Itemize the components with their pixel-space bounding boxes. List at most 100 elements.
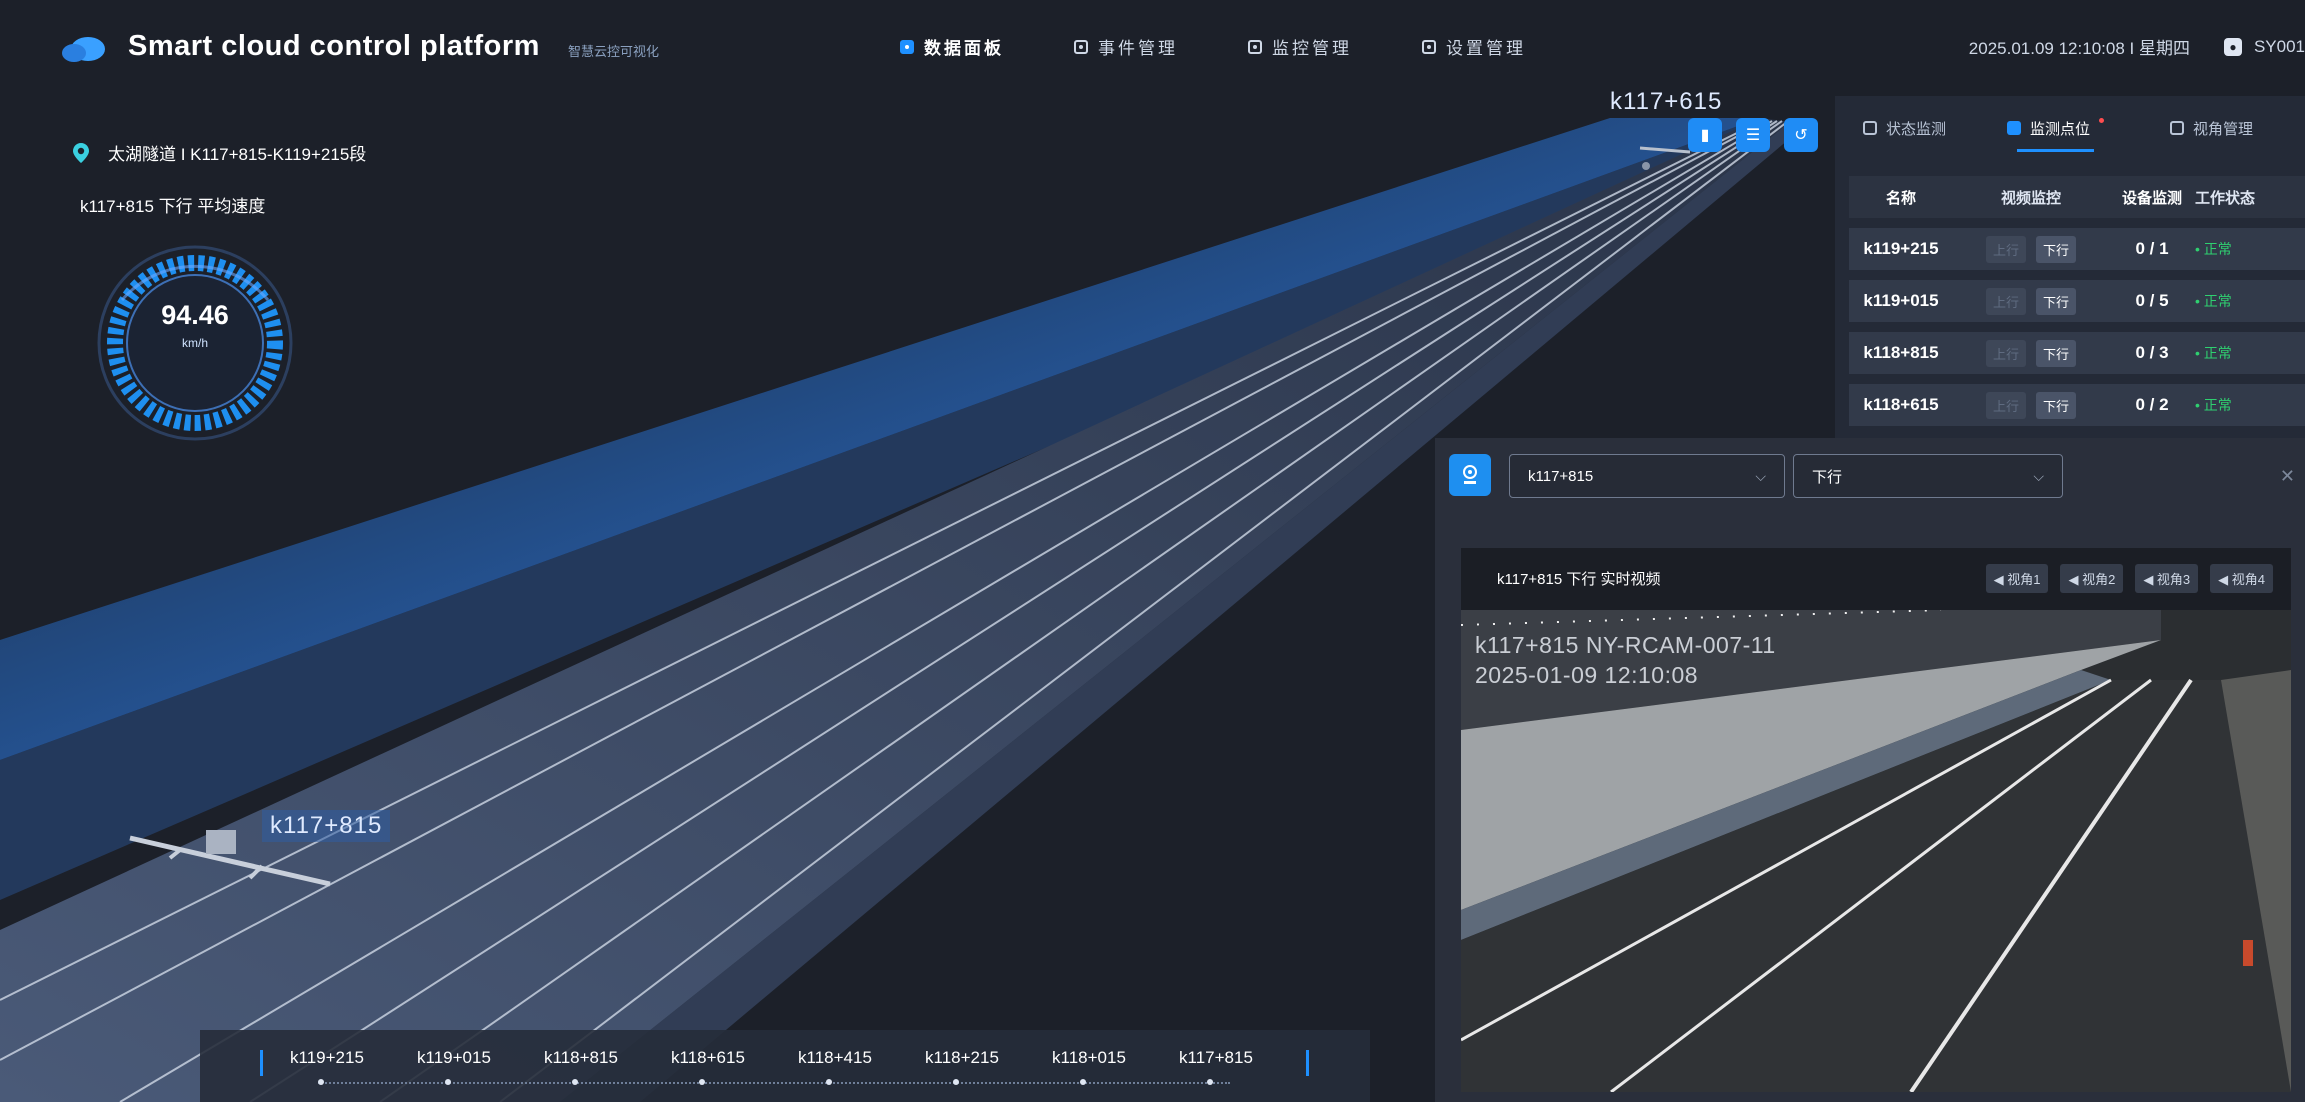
timeline-point[interactable]: k118+415 (798, 1048, 925, 1068)
nav-settings-management[interactable]: 设置管理 (1422, 34, 1526, 59)
top-header: Smart cloud control platform 智慧云控可视化 数据面… (0, 0, 2305, 96)
timeline-point[interactable]: k118+215 (925, 1048, 1052, 1068)
camera-icon[interactable] (1449, 454, 1491, 496)
angle-1-button[interactable]: ◀ 视角1 (1985, 564, 2049, 593)
view-icon (2170, 121, 2184, 135)
nav-label: 数据面板 (924, 39, 1004, 58)
angle-label: 视角4 (2231, 572, 2265, 587)
osd-timestamp: 2025-01-09 12:10:08 (1475, 662, 1699, 688)
timeline-dot (826, 1079, 832, 1085)
live-video-panel: k117+815 下行 实时视频 ◀ 视角1 ◀ 视角2 ◀ 视角3 ◀ 视角4… (1461, 548, 2291, 1092)
timeline-point[interactable]: k117+815 (1179, 1048, 1306, 1068)
chevron-down-icon: ⌵ (2033, 467, 2044, 484)
tab-label: 视角管理 (2193, 120, 2254, 138)
video-buttons: 上行 下行 (1953, 235, 2109, 263)
angle-2-button[interactable]: ◀ 视角2 (2060, 564, 2124, 593)
table-row[interactable]: k119+215 上行 下行 0 / 1 • 正常 (1849, 228, 2305, 270)
device-count: 0 / 5 (2135, 291, 2169, 310)
timeline-dot (699, 1079, 705, 1085)
timeline-dot (445, 1079, 451, 1085)
list-icon[interactable]: ☰ (1736, 118, 1770, 152)
timeline-start-marker[interactable] (260, 1050, 263, 1076)
up-video-button[interactable]: 上行 (1985, 235, 2026, 263)
timeline-point[interactable]: k118+015 (1052, 1048, 1179, 1068)
status-badge: • 正常 (2195, 397, 2232, 413)
nav-monitor-management[interactable]: 监控管理 (1248, 34, 1352, 59)
timeline-labels: k119+215 k119+015 k118+815 k118+615 k118… (290, 1048, 1306, 1068)
timeline-point[interactable]: k118+615 (671, 1048, 798, 1068)
datetime-display: 2025.01.09 12:10:08 I 星期四 (1968, 39, 2190, 58)
down-video-button[interactable]: 下行 (2036, 287, 2077, 315)
chevron-down-icon: ⌵ (1755, 467, 1766, 484)
location-text: 太湖隧道 I K117+815-K119+215段 (108, 145, 367, 164)
device-count: 0 / 3 (2135, 343, 2169, 362)
tab-status-monitoring[interactable]: 状态监测 (1863, 96, 1946, 160)
user-menu[interactable]: ● SY001 (2223, 37, 2305, 57)
point-timeline: k119+215 k119+015 k118+815 k118+615 k118… (200, 1030, 1370, 1102)
angle-3-button[interactable]: ◀ 视角3 (2135, 564, 2199, 593)
timeline-dot (1080, 1079, 1086, 1085)
col-header: 名称 (1885, 189, 1916, 207)
cloud-logo-icon (62, 36, 105, 62)
speed-value: 94.46 (161, 300, 229, 330)
point-name: k119+215 (1863, 239, 1939, 258)
tab-monitor-points[interactable]: 监测点位 (2007, 96, 2105, 160)
status-badge: • 正常 (2195, 345, 2232, 361)
video-buttons: 上行 下行 (1953, 391, 2109, 419)
nav-label: 事件管理 (1098, 39, 1178, 58)
monitor-points-panel: 状态监测 监测点位 视角管理 名称 视频监控 设备监测 工作状态 k119+21… (1835, 96, 2305, 441)
close-icon[interactable]: ✕ (2280, 466, 2295, 487)
angle-4-button[interactable]: ◀ 视角4 (2210, 564, 2273, 593)
speed-unit: km/h (181, 336, 208, 350)
chart-icon[interactable]: ▮ (1688, 118, 1722, 152)
up-video-button[interactable]: 上行 (1985, 391, 2026, 419)
table-row[interactable]: k118+615 上行 下行 0 / 2 • 正常 (1849, 384, 2305, 426)
nav-event-management[interactable]: 事件管理 (1074, 34, 1178, 59)
direction-select[interactable]: 下行 ⌵ (1793, 454, 2063, 498)
monitor-points-table: 名称 视频监控 设备监测 工作状态 k119+215 上行 下行 0 / 1 •… (1849, 176, 2305, 436)
nav-label: 设置管理 (1446, 39, 1526, 58)
device-count: 0 / 2 (2135, 395, 2169, 414)
up-video-button[interactable]: 上行 (1985, 287, 2026, 315)
point-select[interactable]: k117+815 ⌵ (1509, 454, 1785, 498)
header-right: 2025.01.09 12:10:08 I 星期四 ● SY001 (1969, 34, 2305, 59)
app-title: Smart cloud control platform (128, 30, 540, 62)
map-toolbar: ▮ ☰ ↺ (1688, 118, 1818, 152)
tab-label: 状态监测 (1886, 120, 1947, 138)
timeline-track[interactable] (318, 1079, 1230, 1085)
video-title: k117+815 下行 实时视频 (1497, 571, 1661, 588)
timeline-point[interactable]: k119+215 (290, 1048, 417, 1068)
map-point-label-near[interactable]: k117+815 (262, 810, 391, 842)
angle-label: 视角1 (2007, 572, 2041, 587)
timeline-end-marker[interactable] (1306, 1050, 1309, 1076)
view-angle-buttons: ◀ 视角1 ◀ 视角2 ◀ 视角3 ◀ 视角4 (1985, 564, 2273, 593)
osd-camera-id: k117+815 NY-RCAM-007-11 (1475, 632, 1776, 658)
table-row[interactable]: k118+815 上行 下行 0 / 3 • 正常 (1849, 332, 2305, 374)
app-logo: Smart cloud control platform 智慧云控可视化 (60, 30, 659, 63)
table-header: 名称 视频监控 设备监测 工作状态 (1849, 176, 2305, 218)
status-icon (1863, 121, 1877, 135)
tab-label: 监测点位 (2030, 120, 2091, 138)
timeline-point[interactable]: k119+015 (417, 1048, 544, 1068)
down-video-button[interactable]: 下行 (2036, 235, 2077, 263)
nav-data-panel[interactable]: 数据面板 (900, 34, 1004, 59)
main-nav: 数据面板 事件管理 监控管理 设置管理 (900, 34, 1526, 59)
settings-icon (1422, 39, 1436, 54)
timeline-point[interactable]: k118+815 (544, 1048, 671, 1068)
nav-label: 监控管理 (1272, 39, 1352, 58)
up-video-button[interactable]: 上行 (1985, 339, 2026, 367)
video-buttons: 上行 下行 (1953, 287, 2109, 315)
down-video-button[interactable]: 下行 (2036, 339, 2077, 367)
status-badge: • 正常 (2195, 293, 2232, 309)
panel-tabs: 状态监测 监测点位 视角管理 (1835, 96, 2305, 160)
timeline-dot (318, 1079, 324, 1085)
table-row[interactable]: k119+015 上行 下行 0 / 5 • 正常 (1849, 280, 2305, 322)
app-subtitle: 智慧云控可视化 (567, 44, 659, 59)
reset-view-icon[interactable]: ↺ (1784, 118, 1818, 152)
col-header: 视频监控 (2000, 189, 2061, 207)
video-window: k117+815 ⌵ 下行 ⌵ ✕ k117+815 下行 实时视频 ◀ 视角1… (1435, 438, 2305, 1102)
tab-view-management[interactable]: 视角管理 (2170, 96, 2253, 160)
device-count: 0 / 1 (2135, 239, 2169, 258)
map-point-label-far[interactable]: k117+615 (1610, 88, 1722, 116)
down-video-button[interactable]: 下行 (2036, 391, 2077, 419)
